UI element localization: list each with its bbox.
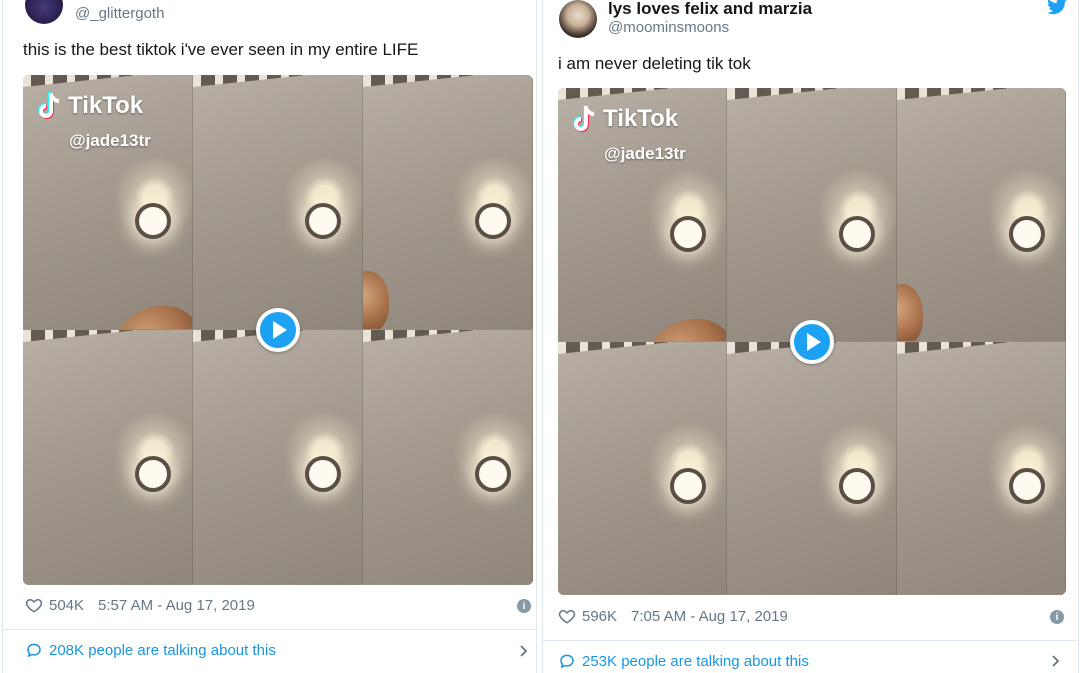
- talking-count-text[interactable]: 208K people are talking about this: [49, 642, 276, 659]
- ceiling-vent: [558, 88, 727, 100]
- ceiling-vent: [896, 341, 1065, 354]
- video-tile: [193, 75, 363, 330]
- ceiling-lamp: [135, 203, 171, 239]
- video-tile: [23, 330, 193, 585]
- conversation-link[interactable]: 253K people are talking about this: [558, 652, 809, 670]
- play-button[interactable]: [256, 308, 300, 352]
- ceiling-vent: [896, 88, 1065, 100]
- ceiling-vent: [558, 341, 727, 354]
- cat-paw: [638, 308, 727, 341]
- video-tile: [896, 88, 1066, 342]
- tiktok-username: @jade13tr: [604, 144, 686, 163]
- ceiling-vent: [23, 330, 192, 342]
- ceiling-lamp: [135, 456, 171, 492]
- ceiling-lamp: [670, 216, 706, 252]
- like-count[interactable]: 504K: [49, 597, 84, 614]
- speech-bubble-icon: [560, 654, 574, 669]
- ceiling-vent: [193, 75, 362, 87]
- tiktok-brand: TikTok: [603, 105, 679, 132]
- avatar[interactable]: [559, 0, 597, 38]
- tiktok-logo: TikTok: [572, 104, 678, 134]
- speech-bubble-icon: [27, 643, 41, 658]
- ceiling-vent: [727, 88, 896, 100]
- ceiling-lamp: [305, 203, 341, 239]
- ceiling-lamp: [670, 467, 706, 504]
- play-icon: [807, 333, 821, 351]
- divider: [543, 640, 1078, 641]
- user-handle[interactable]: @moominsmoons: [608, 19, 729, 36]
- talking-count-text[interactable]: 253K people are talking about this: [582, 653, 809, 670]
- video-tile: [727, 88, 897, 342]
- ceiling-lamp: [475, 203, 511, 239]
- ceiling-lamp: [475, 456, 511, 492]
- tweet-card-right: lys loves felix and marzia @moominsmoons…: [542, 0, 1079, 673]
- chevron-right-icon[interactable]: [1050, 655, 1062, 667]
- twitter-bird-icon[interactable]: [1046, 0, 1068, 16]
- ceiling-vent: [363, 75, 532, 87]
- avatar[interactable]: [25, 0, 63, 24]
- screenshot-stage: @_glittergoth this is the best tiktok i'…: [0, 0, 1080, 673]
- user-handle[interactable]: @_glittergoth: [75, 5, 164, 22]
- ceiling-vent: [363, 330, 532, 342]
- like-count[interactable]: 596K: [582, 608, 617, 625]
- tweet-text: i am never deleting tik tok: [558, 54, 751, 73]
- tweet-timestamp[interactable]: 7:05 AM - Aug 17, 2019: [631, 608, 788, 625]
- tiktok-note-icon: [573, 105, 595, 132]
- play-icon: [273, 321, 287, 339]
- cat-paw: [105, 295, 192, 329]
- heart-outline-icon[interactable]: [25, 596, 43, 614]
- video-media[interactable]: TikTok @jade13tr: [558, 88, 1066, 595]
- conversation-link[interactable]: 208K people are talking about this: [25, 641, 276, 659]
- play-button[interactable]: [790, 320, 834, 364]
- display-name[interactable]: lys loves felix and marzia: [608, 0, 812, 19]
- heart-outline-icon[interactable]: [558, 607, 576, 625]
- ceiling-lamp: [1008, 216, 1045, 252]
- tweet-meta: 504K 5:57 AM - Aug 17, 2019: [25, 596, 255, 614]
- video-tile: [193, 330, 363, 585]
- info-icon[interactable]: i: [517, 599, 531, 613]
- chevron-right-icon[interactable]: [518, 645, 530, 657]
- tweet-card-left: @_glittergoth this is the best tiktok i'…: [2, 0, 537, 673]
- tiktok-logo: TikTok: [37, 91, 143, 121]
- video-tile: [727, 341, 897, 595]
- video-media[interactable]: TikTok @jade13tr: [23, 75, 533, 585]
- tweet-meta: 596K 7:05 AM - Aug 17, 2019: [558, 607, 788, 625]
- tiktok-note-icon: [38, 92, 60, 119]
- cat-paw: [896, 284, 923, 341]
- video-tile: [558, 341, 728, 595]
- tweet-text: this is the best tiktok i've ever seen i…: [23, 40, 419, 59]
- cat-paw: [363, 271, 389, 329]
- video-tile: [896, 341, 1066, 595]
- video-tile: [363, 330, 533, 585]
- tiktok-brand: TikTok: [68, 92, 144, 119]
- tiktok-username: @jade13tr: [69, 131, 151, 150]
- ceiling-lamp: [305, 456, 341, 492]
- ceiling-vent: [23, 75, 192, 87]
- info-icon[interactable]: i: [1050, 610, 1064, 624]
- video-tile: [363, 75, 533, 330]
- ceiling-lamp: [1008, 467, 1045, 504]
- ceiling-lamp: [839, 467, 876, 504]
- ceiling-lamp: [839, 216, 876, 252]
- divider: [3, 629, 536, 630]
- tweet-timestamp[interactable]: 5:57 AM - Aug 17, 2019: [98, 597, 255, 614]
